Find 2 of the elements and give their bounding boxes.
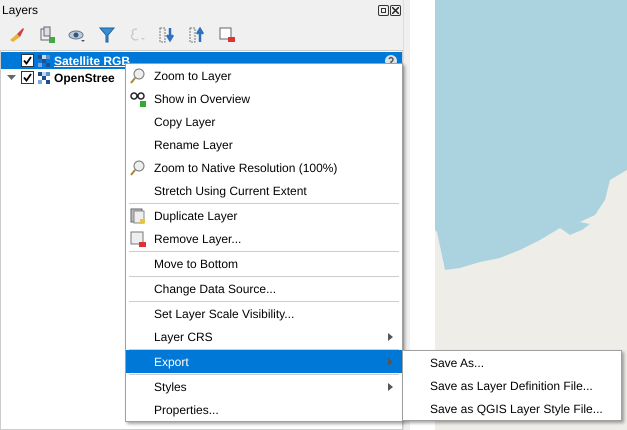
layer-name: OpenStree (54, 70, 115, 86)
panel-title: Layers (2, 2, 38, 19)
